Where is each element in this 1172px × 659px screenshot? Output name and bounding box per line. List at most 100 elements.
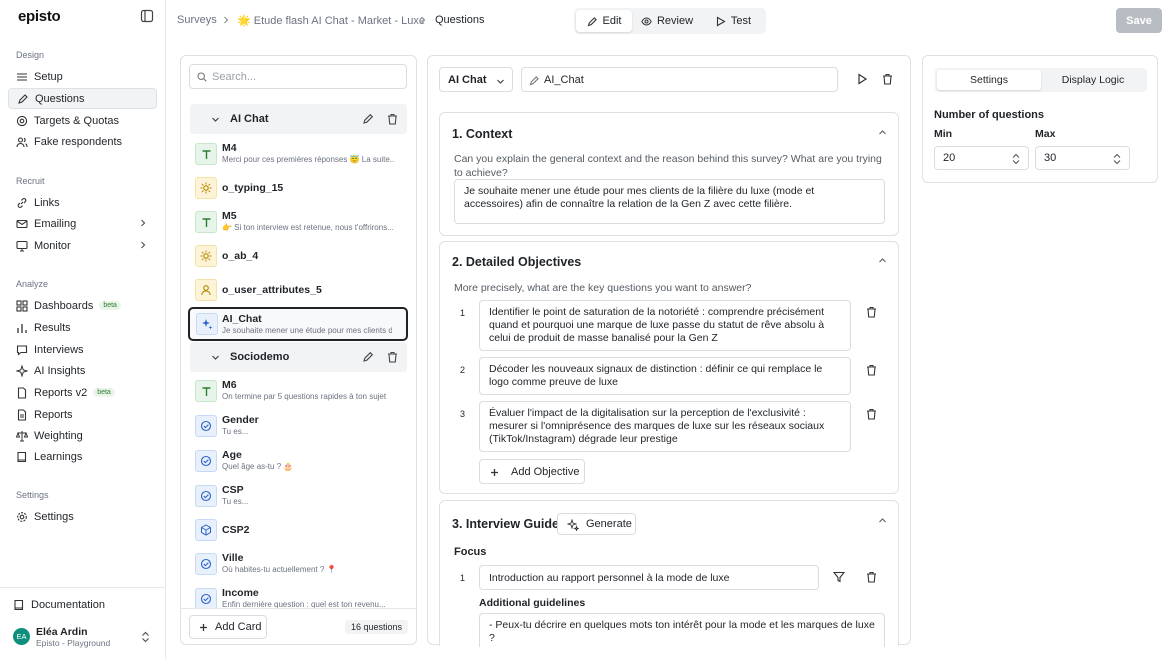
card-o-ab-4[interactable]: o_ab_4 (195, 241, 407, 271)
add-objective-button[interactable]: Add Objective (479, 459, 585, 484)
card-age[interactable]: Age Quel âge as-tu ? 🎂 (195, 446, 407, 476)
tab-settings[interactable]: Settings (937, 70, 1041, 90)
focus-input[interactable]: Introduction au rapport personnel à la m… (479, 565, 819, 590)
edit-mode-button[interactable]: Edit (576, 10, 632, 32)
card-m5[interactable]: M5 👉 Si ton interview est retenue, nous … (195, 207, 407, 237)
min-label: Min (934, 128, 953, 140)
card-subtitle: Quel âge as-tu ? 🎂 (222, 462, 294, 471)
nav-dashboards[interactable]: Dashboards beta (8, 295, 157, 316)
trash-icon[interactable] (866, 364, 877, 376)
card-ai-chat-selected[interactable]: AI_Chat Je souhaite mener une étude pour… (188, 307, 408, 341)
tab-display-logic[interactable]: Display Logic (1041, 70, 1145, 90)
objective-textarea[interactable]: Décoder les nouveaux signaux de distinct… (479, 357, 851, 395)
section-title-settings: Settings (16, 490, 49, 500)
generate-button[interactable]: Generate (557, 513, 636, 535)
edit-icon[interactable] (362, 113, 374, 125)
review-mode-button[interactable]: Review (634, 10, 700, 32)
card-type-select[interactable]: AI Chat (439, 67, 513, 92)
scale-icon (16, 430, 28, 441)
nav-results[interactable]: Results (8, 317, 157, 338)
card-title: Gender (222, 414, 259, 426)
filter-icon[interactable] (833, 571, 845, 583)
card-name-input[interactable]: AI_Chat (521, 67, 838, 92)
nav-label: Documentation (31, 598, 105, 611)
card-gender[interactable]: Gender Tu es... (195, 411, 407, 441)
plus-icon (200, 624, 207, 631)
trash-icon[interactable] (882, 73, 893, 85)
nav-documentation[interactable]: Documentation (5, 594, 154, 615)
max-questions-input[interactable]: 30 (1035, 146, 1130, 170)
min-questions-input[interactable]: 20 (934, 146, 1029, 170)
sidebar-toggle-icon[interactable] (140, 9, 154, 23)
chevron-down-icon[interactable] (211, 353, 220, 362)
card-title: o_ab_4 (222, 250, 259, 262)
card-name-value: AI_Chat (544, 73, 584, 86)
group-header-sociodemo[interactable]: Sociodemo (190, 342, 407, 372)
save-button[interactable]: Save (1116, 8, 1162, 33)
nav-interviews[interactable]: Interviews (8, 339, 157, 360)
avatar[interactable]: EA (13, 628, 30, 645)
nav-setup[interactable]: Setup (8, 66, 157, 87)
app-logo[interactable]: episto (18, 8, 61, 25)
chevron-up-down-icon[interactable] (141, 631, 150, 643)
trash-icon[interactable] (387, 351, 398, 363)
plus-icon (491, 469, 498, 476)
test-mode-button[interactable]: Test (704, 10, 762, 32)
trash-icon[interactable] (866, 571, 877, 583)
objective-textarea[interactable]: Identifier le point de saturation de la … (479, 300, 851, 351)
stepper-icon[interactable] (1113, 153, 1121, 165)
card-title: CSP2 (222, 524, 250, 536)
nav-settings[interactable]: Settings (8, 506, 157, 527)
radio-choice-icon (195, 415, 217, 437)
chevron-up-icon[interactable] (878, 516, 887, 525)
trash-icon[interactable] (387, 113, 398, 125)
chevron-up-icon[interactable] (878, 256, 887, 265)
breadcrumb-root[interactable]: Surveys (177, 14, 217, 26)
sparkle-icon (567, 519, 579, 531)
nav-questions[interactable]: Questions (8, 88, 157, 109)
nav-links[interactable]: Links (8, 192, 157, 213)
group-header-ai-chat[interactable]: AI Chat (190, 104, 407, 134)
search-input[interactable]: Search... (189, 64, 407, 89)
user-org: Episto - Playground (36, 638, 111, 648)
nav-reports-v2[interactable]: Reports v2 beta (8, 382, 157, 403)
nav-monitor[interactable]: Monitor (8, 235, 157, 256)
chevron-up-icon[interactable] (878, 128, 887, 137)
play-icon[interactable] (856, 73, 868, 85)
card-income[interactable]: Income Enfin dernière question : quel es… (195, 584, 407, 608)
nav-label: Emailing (34, 217, 77, 230)
card-m4[interactable]: M4 Merci pour ces premières réponses 😇 L… (195, 139, 407, 169)
search-icon (197, 72, 207, 82)
nav-weighting[interactable]: Weighting (8, 425, 157, 446)
card-csp2[interactable]: CSP2 (195, 515, 407, 545)
objective-textarea[interactable]: Évaluer l'impact de la digitalisation su… (479, 401, 851, 452)
edit-icon[interactable] (362, 351, 374, 363)
chevron-right-icon (421, 16, 426, 24)
nav-emailing[interactable]: Emailing (8, 213, 157, 234)
text-message-icon (195, 143, 217, 165)
sparkle-icon (16, 364, 28, 377)
nav-learnings[interactable]: Learnings (8, 446, 157, 467)
nav-targets-quotas[interactable]: Targets & Quotas (8, 110, 157, 131)
trash-icon[interactable] (866, 306, 877, 318)
card-subtitle: Je souhaite mener une étude pour mes cli… (222, 326, 392, 335)
guidelines-textarea[interactable]: - Peux-tu décrire en quelques mots ton i… (479, 613, 885, 647)
card-csp[interactable]: CSP Tu es... (195, 481, 407, 511)
nav-reports[interactable]: Reports (8, 404, 157, 425)
eye-icon (641, 16, 652, 26)
nav-fake-respondents[interactable]: Fake respondents (8, 131, 157, 152)
add-objective-label: Add Objective (511, 465, 580, 478)
card-o-typing-15[interactable]: o_typing_15 (195, 173, 407, 203)
bar-chart-icon (17, 323, 27, 333)
add-card-button[interactable]: Add Card (189, 615, 267, 639)
dashboard-icon (16, 299, 28, 312)
chevron-down-icon[interactable] (211, 115, 220, 124)
card-o-user-attributes-5[interactable]: o_user_attributes_5 (195, 275, 407, 305)
context-textarea[interactable]: Je souhaite mener une étude pour mes cli… (454, 179, 885, 224)
nav-ai-insights[interactable]: AI Insights (8, 360, 157, 381)
stepper-icon[interactable] (1012, 153, 1020, 165)
card-m6[interactable]: M6 On termine par 5 questions rapides à … (195, 376, 407, 406)
card-ville[interactable]: Ville Où habites-tu actuellement ? 📍 (195, 549, 407, 579)
breadcrumb-survey[interactable]: 🌟 Etude flash AI Chat - Market - Luxe (237, 14, 425, 27)
trash-icon[interactable] (866, 408, 877, 420)
